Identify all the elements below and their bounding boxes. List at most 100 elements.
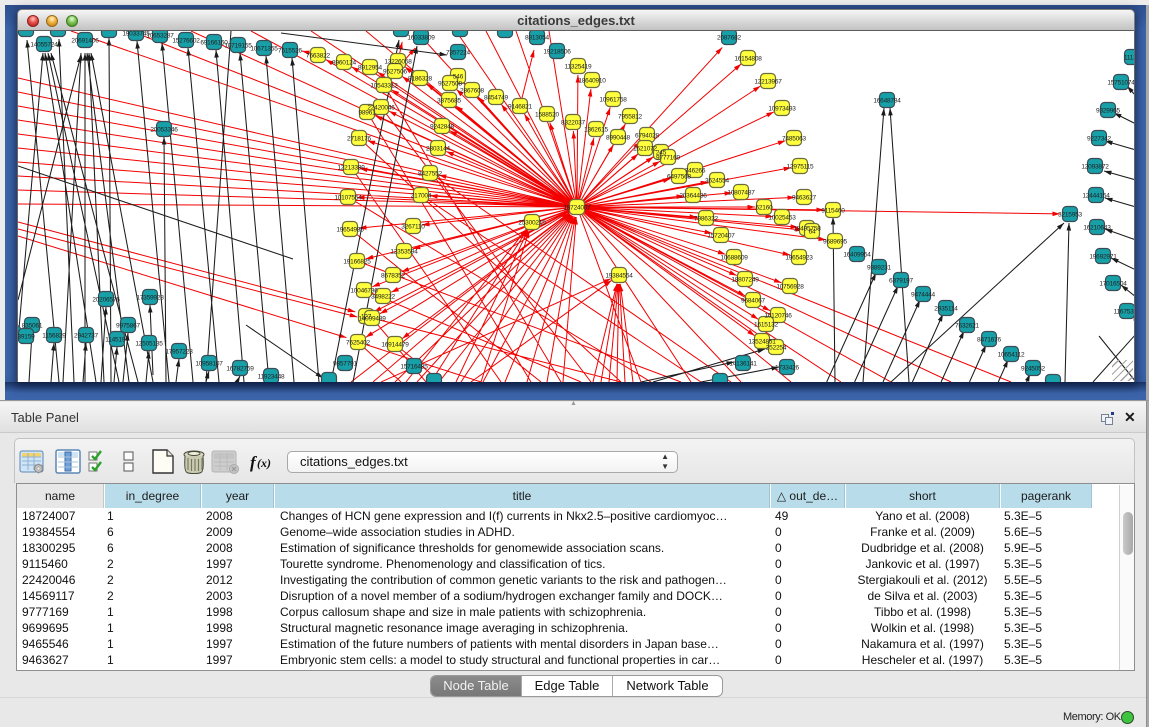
svg-text:9245052: 9245052: [1021, 366, 1045, 373]
svg-text:9975867: 9975867: [116, 323, 140, 330]
svg-text:10756928: 10756928: [776, 284, 804, 291]
svg-text:62160: 62160: [755, 205, 773, 212]
svg-text:2935114: 2935114: [934, 306, 958, 313]
svg-text:8990448: 8990448: [606, 135, 630, 142]
svg-text:16648784: 16648784: [873, 98, 901, 105]
svg-text:2718176: 2718176: [347, 136, 371, 143]
svg-text:9684067: 9684067: [741, 298, 765, 305]
svg-text:1588520: 1588520: [535, 112, 559, 119]
svg-text:3215953: 3215953: [1058, 212, 1082, 219]
svg-text:12353594: 12353594: [390, 249, 418, 256]
svg-text:10120746: 10120746: [764, 313, 792, 320]
svg-text:17016504: 17016504: [1099, 281, 1127, 288]
svg-text:19384554: 19384554: [605, 273, 633, 280]
svg-text:20206576: 20206576: [92, 297, 120, 304]
svg-text:17957223: 17957223: [165, 349, 193, 356]
svg-text:9777169: 9777169: [656, 155, 680, 162]
svg-text:98961: 98961: [358, 110, 376, 117]
svg-text:15276602: 15276602: [172, 38, 200, 45]
svg-text:16914479: 16914479: [381, 342, 409, 349]
svg-text:11325419: 11325419: [565, 64, 592, 71]
svg-text:9463627: 9463627: [792, 195, 816, 202]
svg-text:9689695: 9689695: [823, 239, 847, 246]
svg-text:19218506: 19218506: [543, 49, 571, 56]
svg-text:13226058: 13226058: [384, 59, 412, 66]
svg-text:11121: 11121: [1124, 55, 1135, 62]
svg-text:2087682: 2087682: [717, 35, 741, 42]
svg-text:10671355: 10671355: [250, 46, 278, 53]
svg-text:11923448: 11923448: [258, 374, 285, 381]
svg-text:19692971: 19692971: [1089, 254, 1117, 261]
svg-text:2942737: 2942737: [74, 333, 98, 340]
svg-text:8678352: 8678352: [381, 273, 405, 280]
svg-text:20364436: 20364436: [679, 193, 707, 200]
svg-text:16210643: 16210643: [1083, 225, 1111, 232]
svg-text:14055724: 14055724: [30, 42, 58, 49]
svg-text:12093872: 12093872: [1081, 164, 1109, 171]
svg-text:1362615: 1362615: [584, 127, 608, 134]
svg-text:2803144: 2803144: [426, 146, 450, 153]
svg-text:8960124: 8960124: [332, 60, 356, 67]
svg-text:9527506: 9527506: [383, 69, 407, 76]
svg-text:546: 546: [453, 74, 464, 81]
svg-text:10958107: 10958107: [195, 361, 223, 368]
svg-text:1621072: 1621072: [633, 146, 657, 153]
svg-text:9329965: 9329965: [1096, 108, 1120, 115]
svg-text:6794028: 6794028: [635, 133, 659, 140]
svg-text:10973493: 10973493: [768, 106, 796, 113]
svg-text:217004: 217004: [411, 193, 432, 200]
svg-text:14136141: 14136141: [729, 361, 757, 368]
svg-text:12444154: 12444154: [1082, 193, 1110, 200]
svg-text:1156829: 1156829: [42, 333, 66, 340]
svg-text:19654985: 19654985: [336, 227, 364, 234]
svg-text:9115460: 9115460: [821, 208, 845, 215]
svg-text:9146821: 9146821: [508, 104, 532, 111]
svg-text:7955812: 7955812: [618, 114, 642, 121]
svg-text:18640910: 18640910: [578, 78, 606, 85]
svg-text:15751074: 15751074: [1107, 80, 1135, 87]
svg-text:15716485: 15716485: [400, 364, 428, 371]
svg-text:2867608: 2867608: [460, 88, 484, 95]
svg-text:7632621: 7632621: [955, 323, 979, 330]
svg-text:10543312: 10543312: [370, 83, 398, 90]
svg-text:8186328: 8186328: [408, 76, 432, 83]
svg-text:8454749: 8454749: [484, 95, 508, 102]
svg-text:16033809: 16033809: [407, 35, 435, 42]
svg-text:11675335: 11675335: [1114, 309, 1135, 316]
svg-text:7357224: 7357224: [446, 50, 470, 57]
svg-text:9527508: 9527508: [438, 81, 462, 88]
svg-text:3624554: 3624554: [705, 178, 729, 185]
svg-text:(x): (x): [257, 456, 271, 470]
svg-text:16782759: 16782759: [226, 366, 254, 373]
svg-text:1615132: 1615132: [754, 322, 778, 329]
svg-text:3267110: 3267110: [401, 224, 425, 231]
svg-text:7986322: 7986322: [694, 216, 718, 223]
svg-text:7663822: 7663822: [306, 53, 330, 60]
svg-text:19166825: 19166825: [343, 259, 371, 266]
svg-text:39159: 39159: [18, 334, 35, 341]
svg-text:9227342: 9227342: [1087, 136, 1111, 143]
svg-text:20053346: 20053346: [150, 127, 178, 134]
svg-text:3875685: 3875685: [437, 98, 461, 105]
svg-text:10961758: 10961758: [599, 97, 627, 104]
svg-text:8471676: 8471676: [977, 337, 1001, 344]
svg-text:252254: 252254: [766, 345, 787, 352]
svg-text:64: 64: [809, 229, 816, 236]
svg-text:9474444: 9474444: [911, 292, 935, 299]
svg-text:7625402: 7625402: [346, 340, 370, 347]
svg-text:9857791: 9857791: [333, 361, 357, 368]
svg-text:19654923: 19654923: [785, 255, 813, 262]
svg-text:10719155: 10719155: [224, 43, 252, 50]
svg-text:15720407: 15720407: [707, 233, 735, 240]
svg-text:9242848: 9242848: [430, 124, 454, 131]
svg-text:14099489: 14099489: [358, 316, 386, 323]
svg-text:18724007: 18724007: [563, 205, 591, 212]
svg-text:12213389: 12213389: [337, 165, 365, 172]
svg-text:16409954: 16409954: [843, 252, 871, 259]
svg-text:20691406: 20691406: [71, 38, 99, 45]
svg-text:16154808: 16154808: [734, 56, 762, 63]
svg-text:6497568: 6497568: [667, 174, 691, 181]
svg-text:25300215: 25300215: [518, 220, 546, 227]
svg-text:3498222: 3498222: [371, 294, 395, 301]
svg-text:746266: 746266: [685, 168, 706, 175]
